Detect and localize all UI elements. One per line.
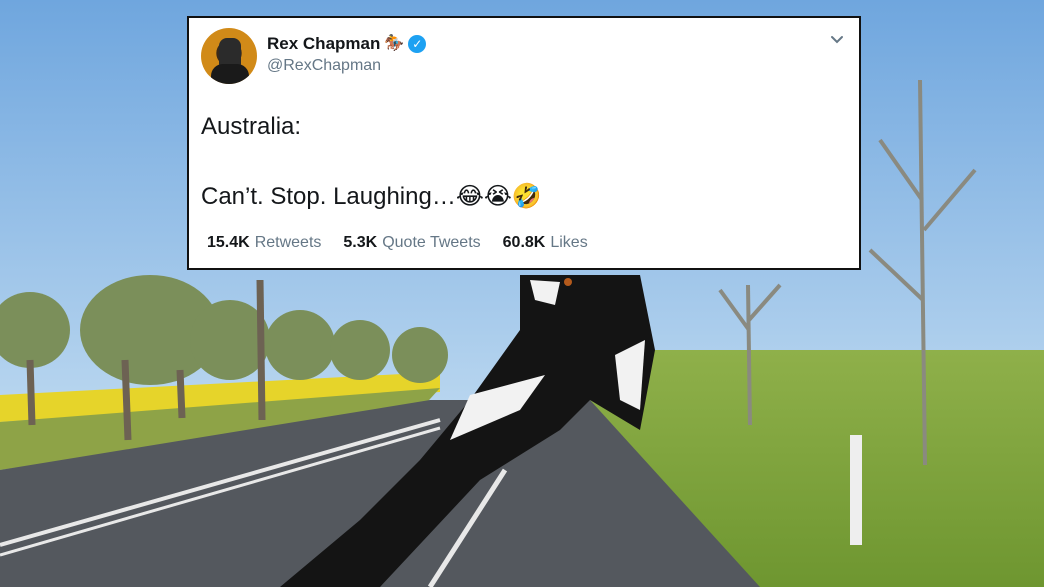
chevron-down-icon[interactable] (829, 32, 845, 48)
horse-racing-emoji: 🏇 (384, 35, 405, 52)
likes-label: Likes (550, 234, 588, 251)
road-marker-post (850, 435, 862, 545)
likes-stat[interactable]: 60.8K Likes (503, 234, 588, 252)
quote-tweets-label: Quote Tweets (382, 234, 481, 251)
verified-badge-icon: ✓ (408, 35, 427, 53)
retweets-count: 15.4K (207, 234, 250, 251)
display-name[interactable]: Rex Chapman (267, 34, 380, 54)
tweet-card[interactable]: Rex Chapman 🏇 ✓ @RexChapman Australia: C… (187, 16, 861, 270)
likes-count: 60.8K (502, 234, 546, 251)
tweet-stats: 15.4K Retweets 5.3K Quote Tweets 60.8K Like… (207, 234, 588, 252)
avatar[interactable] (201, 28, 257, 84)
quote-tweets-stat[interactable]: 5.3K Quote Tweets (343, 234, 480, 252)
tweet-text: Australia: Can’t. Stop. Laughing…😂😭🤣 (201, 113, 542, 210)
retweets-label: Retweets (254, 234, 322, 251)
avatar-shirt (211, 64, 249, 84)
handle[interactable]: @RexChapman (267, 57, 381, 75)
quote-tweets-count: 5.3K (343, 234, 378, 251)
retweets-stat[interactable]: 15.4K Retweets (207, 234, 321, 252)
author-name-row[interactable]: Rex Chapman 🏇 ✓ (267, 34, 427, 54)
